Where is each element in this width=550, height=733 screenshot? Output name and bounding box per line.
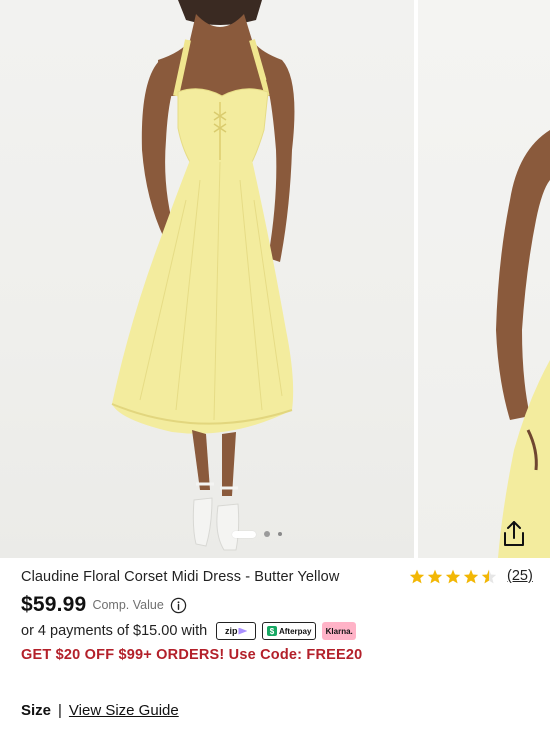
- info-circle-icon[interactable]: [170, 597, 187, 614]
- afterpay-logo-text: Afterpay: [278, 626, 312, 636]
- product-rating[interactable]: (25): [409, 568, 533, 584]
- afterpay-logo-icon: $: [266, 626, 277, 636]
- afterpay-badge[interactable]: $ Afterpay: [262, 622, 317, 640]
- rating-stars: [409, 569, 497, 584]
- model-side-illustration: [496, 130, 550, 558]
- size-label: Size: [21, 701, 52, 719]
- product-image-main[interactable]: [0, 0, 414, 558]
- share-button[interactable]: [500, 519, 528, 549]
- klarna-badge[interactable]: Klarna.: [322, 622, 357, 640]
- star-half-icon: [481, 569, 497, 583]
- star-icon: [445, 569, 461, 583]
- zip-logo-text: zip: [224, 626, 238, 636]
- carousel-dot[interactable]: [278, 532, 282, 536]
- installment-text: or 4 payments of $15.00 with: [21, 623, 208, 639]
- review-count-link[interactable]: (25): [507, 568, 533, 584]
- product-image-next-peek[interactable]: [418, 0, 550, 558]
- carousel-dot[interactable]: [264, 531, 270, 537]
- size-row: Size | View Size Guide: [21, 700, 179, 720]
- view-size-guide-link[interactable]: View Size Guide: [69, 702, 179, 719]
- star-icon: [463, 569, 479, 583]
- product-price: $59.99: [21, 593, 87, 616]
- product-image-gallery[interactable]: [0, 0, 550, 558]
- klarna-logo-text: Klarna.: [325, 626, 353, 636]
- carousel-dot-active[interactable]: [232, 530, 256, 538]
- share-upload-icon: [504, 521, 524, 546]
- zip-pay-badge[interactable]: zip: [216, 622, 257, 640]
- installment-payments: or 4 payments of $15.00 with zip $ Afterp…: [21, 621, 357, 641]
- model-front-illustration: [111, 0, 295, 551]
- zip-arrow-icon: [238, 627, 248, 635]
- promo-banner-text: GET $20 OFF $99+ ORDERS! Use Code: FREE2…: [21, 647, 363, 663]
- price-row: $59.99 Comp. Value: [21, 592, 187, 618]
- product-header: Claudine Floral Corset Midi Dress - Butt…: [21, 568, 533, 589]
- comp-value-label: Comp. Value: [92, 598, 164, 612]
- star-icon: [409, 569, 425, 583]
- carousel-indicator: [232, 529, 282, 539]
- size-separator: |: [58, 701, 62, 719]
- star-icon: [427, 569, 443, 583]
- product-title: Claudine Floral Corset Midi Dress - Butt…: [21, 569, 340, 585]
